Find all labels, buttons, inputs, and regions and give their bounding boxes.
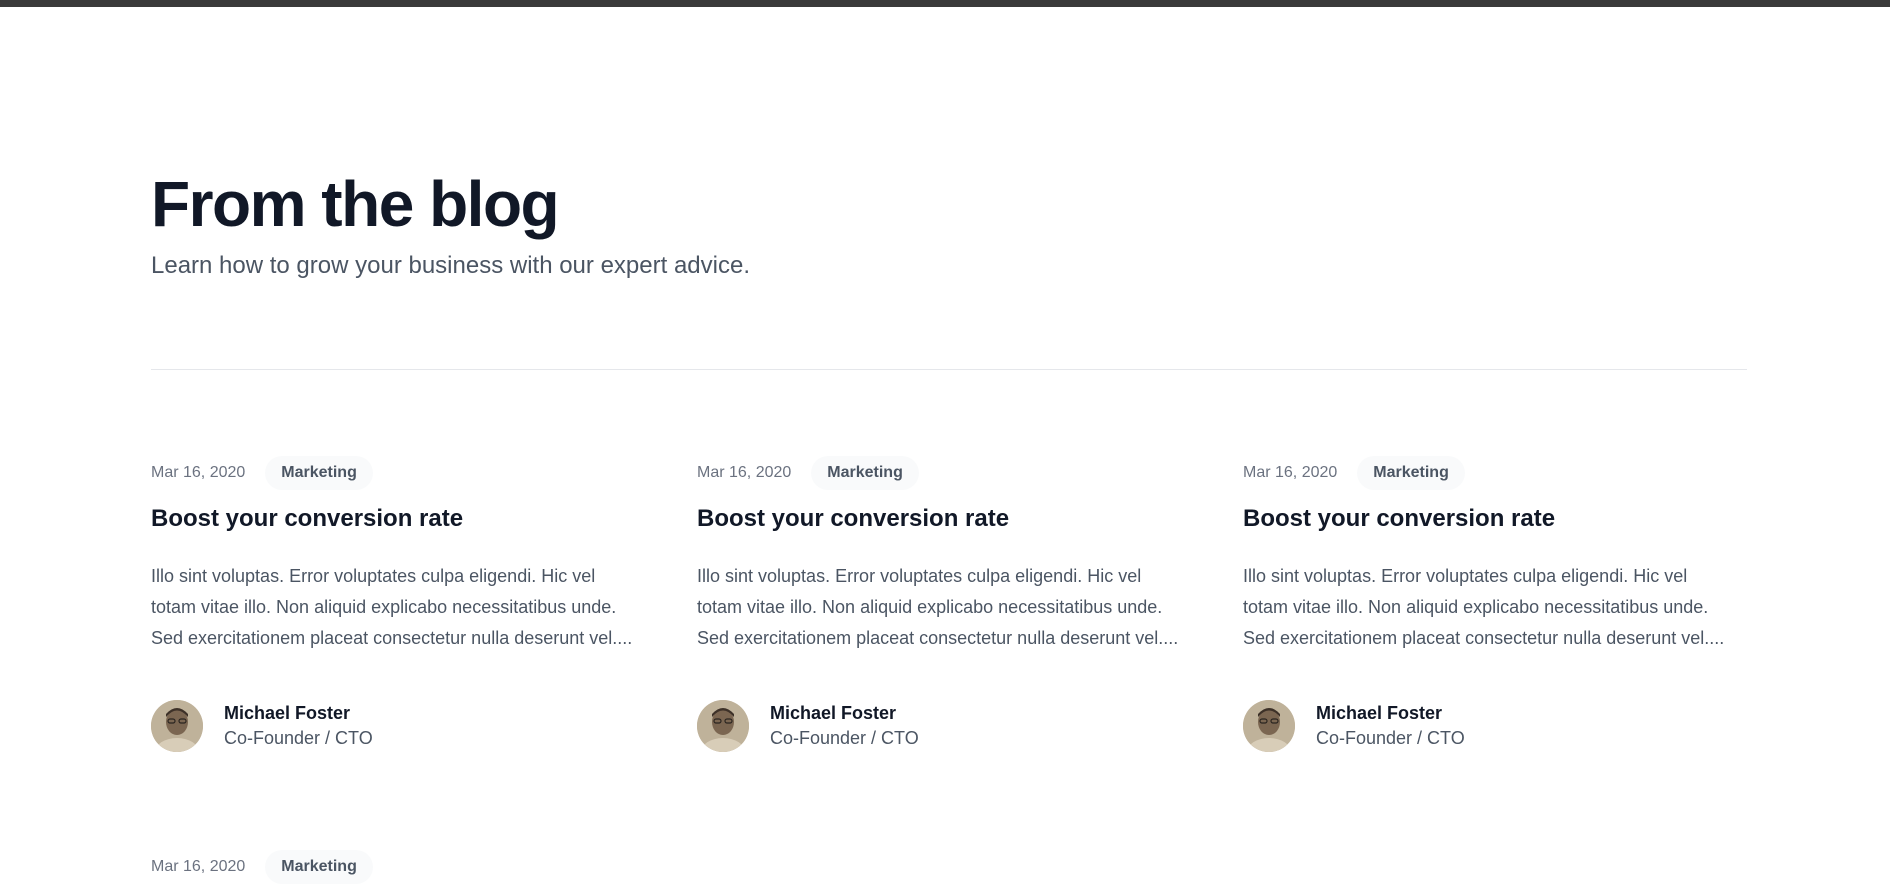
- post-excerpt: Illo sint voluptas. Error voluptates cul…: [1243, 566, 1725, 648]
- post-title[interactable]: Boost your conversion rate: [697, 503, 1009, 535]
- post-date: Mar 16, 2020: [151, 858, 246, 875]
- author-name[interactable]: Michael Foster: [770, 703, 919, 724]
- post-meta: Mar 16, 2020 Marketing: [1243, 455, 1465, 491]
- post-author: Michael Foster Co-Founder / CTO: [697, 700, 919, 752]
- post-date: Mar 16, 2020: [151, 464, 246, 481]
- author-role: Co-Founder / CTO: [224, 728, 373, 748]
- author-avatar: [1243, 700, 1295, 752]
- post-excerpt: Illo sint voluptas. Error voluptates cul…: [151, 566, 633, 648]
- category-tag[interactable]: Marketing: [265, 850, 373, 884]
- page-title: From the blog: [151, 168, 560, 240]
- category-tag[interactable]: Marketing: [1357, 456, 1465, 490]
- top-bar: [0, 0, 1890, 7]
- post-title[interactable]: Boost your conversion rate: [151, 503, 463, 535]
- author-avatar: [697, 700, 749, 752]
- category-tag[interactable]: Marketing: [811, 456, 919, 490]
- post-meta: Mar 16, 2020 Marketing: [151, 849, 373, 885]
- post-date: Mar 16, 2020: [697, 464, 792, 481]
- post-excerpt: Illo sint voluptas. Error voluptates cul…: [697, 566, 1179, 648]
- category-tag[interactable]: Marketing: [265, 456, 373, 490]
- section-divider: [151, 369, 1747, 370]
- post-author: Michael Foster Co-Founder / CTO: [151, 700, 373, 752]
- author-role: Co-Founder / CTO: [770, 728, 919, 748]
- author-avatar: [151, 700, 203, 752]
- post-title[interactable]: Boost your conversion rate: [1243, 503, 1555, 535]
- post-meta: Mar 16, 2020 Marketing: [151, 455, 373, 491]
- page-subtitle: Learn how to grow your business with our…: [151, 252, 750, 279]
- author-name[interactable]: Michael Foster: [1316, 703, 1465, 724]
- post-date: Mar 16, 2020: [1243, 464, 1338, 481]
- post-meta: Mar 16, 2020 Marketing: [697, 455, 919, 491]
- author-role: Co-Founder / CTO: [1316, 728, 1465, 748]
- post-author: Michael Foster Co-Founder / CTO: [1243, 700, 1465, 752]
- author-name[interactable]: Michael Foster: [224, 703, 373, 724]
